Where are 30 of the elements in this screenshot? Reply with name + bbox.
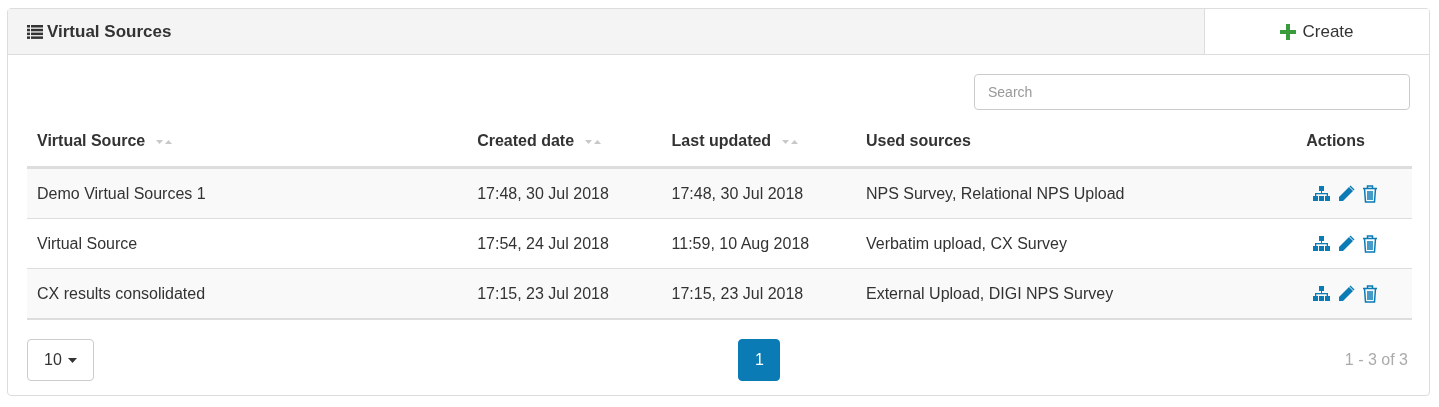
trash-icon[interactable] bbox=[1362, 285, 1379, 303]
trash-icon[interactable] bbox=[1362, 185, 1379, 203]
pencil-icon[interactable] bbox=[1337, 185, 1356, 203]
table-cell: 17:48, 30 Jul 2018 bbox=[671, 185, 804, 202]
range-text: 1 - 3 of 3 bbox=[1344, 351, 1409, 369]
table-cell: NPS Survey, Relational NPS Upload bbox=[865, 185, 1125, 202]
table-cell: 17:54, 24 Jul 2018 bbox=[477, 235, 609, 252]
table-cell: 17:48, 30 Jul 2018 bbox=[477, 185, 609, 202]
table-cell: Demo Virtual Sources 1 bbox=[37, 185, 206, 202]
plus-icon bbox=[1280, 23, 1297, 40]
hierarchy-icon[interactable] bbox=[1313, 236, 1331, 252]
search-field[interactable]: Search bbox=[974, 74, 1410, 110]
table-cell: 17:15, 23 Jul 2018 bbox=[671, 285, 804, 302]
list-icon bbox=[27, 24, 43, 39]
table-cell: Verbatim upload, CX Survey bbox=[865, 235, 1067, 252]
pencil-icon[interactable] bbox=[1337, 235, 1356, 253]
hierarchy-icon[interactable] bbox=[1313, 186, 1331, 202]
table-cell: 11:59, 10 Aug 2018 bbox=[671, 235, 810, 252]
table-cell: External Upload, DIGI NPS Survey bbox=[865, 285, 1114, 302]
hierarchy-icon[interactable] bbox=[1313, 286, 1331, 302]
pencil-icon[interactable] bbox=[1337, 285, 1356, 303]
page-button[interactable]: 1 bbox=[738, 339, 781, 381]
panel-title: Virtual Sources bbox=[47, 21, 172, 42]
table-cell: CX results consolidated bbox=[37, 285, 206, 302]
create-button[interactable]: Create bbox=[1204, 9, 1429, 54]
caret-icon bbox=[67, 357, 77, 363]
table-cell: Virtual Source bbox=[37, 235, 138, 252]
table-cell: 17:15, 23 Jul 2018 bbox=[477, 285, 609, 302]
page-size-dropdown[interactable]: 10 bbox=[27, 339, 94, 381]
trash-icon[interactable] bbox=[1362, 235, 1379, 253]
